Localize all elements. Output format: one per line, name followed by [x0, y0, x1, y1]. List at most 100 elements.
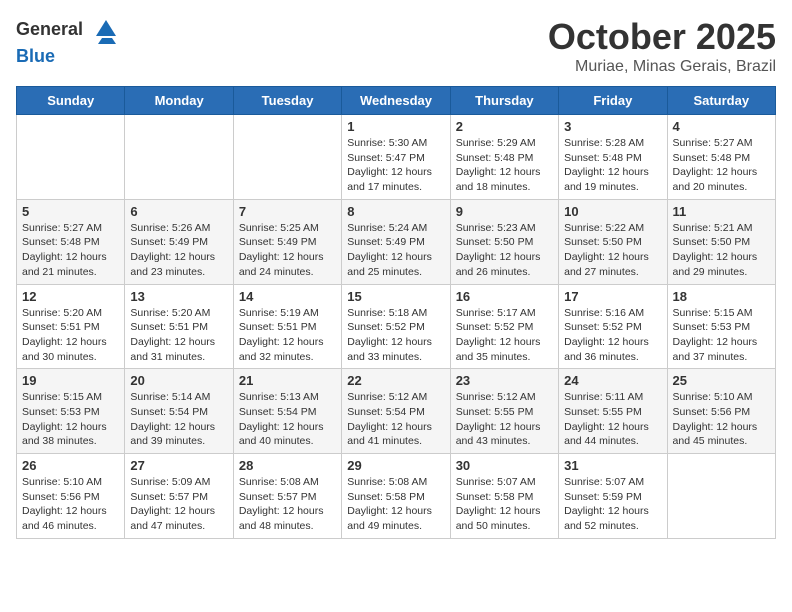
day-number: 3 — [564, 119, 661, 134]
day-info: Sunrise: 5:08 AM Sunset: 5:58 PM Dayligh… — [347, 475, 444, 534]
day-number: 20 — [130, 373, 227, 388]
calendar-cell: 3 Sunrise: 5:28 AM Sunset: 5:48 PM Daylig… — [559, 115, 667, 200]
day-number: 9 — [456, 204, 553, 219]
day-header-wednesday: Wednesday — [342, 87, 450, 115]
day-info: Sunrise: 5:20 AM Sunset: 5:51 PM Dayligh… — [130, 306, 227, 365]
calendar-cell: 16 Sunrise: 5:17 AM Sunset: 5:52 PM Dayli… — [450, 284, 558, 369]
day-number: 16 — [456, 289, 553, 304]
calendar-cell: 15Sunrise: 5:18 AM Sunset: 5:52 PM Dayli… — [342, 284, 450, 369]
day-info: Sunrise: 5:27 AM Sunset: 5:48 PM Dayligh… — [22, 221, 119, 280]
day-number: 28 — [239, 458, 336, 473]
calendar-cell: 29 Sunrise: 5:08 AM Sunset: 5:58 PM Dayli… — [342, 454, 450, 539]
day-number: 17 — [564, 289, 661, 304]
day-info: Sunrise: 5:10 AM Sunset: 5:56 PM Dayligh… — [673, 390, 770, 449]
calendar-cell: 23 Sunrise: 5:12 AM Sunset: 5:55 PM Dayli… — [450, 369, 558, 454]
day-number: 11 — [673, 204, 770, 219]
calendar-cell: 20 Sunrise: 5:14 AM Sunset: 5:54 PM Dayli… — [125, 369, 233, 454]
calendar-week-row: 1 Sunrise: 5:30 AM Sunset: 5:47 PM Daylig… — [17, 115, 776, 200]
day-header-monday: Monday — [125, 87, 233, 115]
day-number: 18 — [673, 289, 770, 304]
day-header-tuesday: Tuesday — [233, 87, 341, 115]
calendar-cell: 27 Sunrise: 5:09 AM Sunset: 5:57 PM Dayli… — [125, 454, 233, 539]
day-info: Sunrise: 5:12 AM Sunset: 5:54 PM Dayligh… — [347, 390, 444, 449]
day-info: Sunrise: 5:24 AM Sunset: 5:49 PM Dayligh… — [347, 221, 444, 280]
calendar-week-row: 19Sunrise: 5:15 AM Sunset: 5:53 PM Dayli… — [17, 369, 776, 454]
day-info: Sunrise: 5:11 AM Sunset: 5:55 PM Dayligh… — [564, 390, 661, 449]
logo: General Blue — [16, 16, 120, 67]
logo-blue: Blue — [16, 46, 55, 66]
calendar-cell: 5Sunrise: 5:27 AM Sunset: 5:48 PM Daylig… — [17, 199, 125, 284]
day-number: 4 — [673, 119, 770, 134]
calendar-cell: 25 Sunrise: 5:10 AM Sunset: 5:56 PM Dayli… — [667, 369, 775, 454]
day-header-saturday: Saturday — [667, 87, 775, 115]
calendar-cell: 4 Sunrise: 5:27 AM Sunset: 5:48 PM Daylig… — [667, 115, 775, 200]
day-info: Sunrise: 5:26 AM Sunset: 5:49 PM Dayligh… — [130, 221, 227, 280]
day-number: 6 — [130, 204, 227, 219]
calendar-cell: 26 Sunrise: 5:10 AM Sunset: 5:56 PM Dayli… — [17, 454, 125, 539]
day-info: Sunrise: 5:27 AM Sunset: 5:48 PM Dayligh… — [673, 136, 770, 195]
day-number: 22 — [347, 373, 444, 388]
day-number: 25 — [673, 373, 770, 388]
calendar-week-row: 26 Sunrise: 5:10 AM Sunset: 5:56 PM Dayli… — [17, 454, 776, 539]
day-number: 21 — [239, 373, 336, 388]
calendar-cell: 19Sunrise: 5:15 AM Sunset: 5:53 PM Dayli… — [17, 369, 125, 454]
calendar-cell — [17, 115, 125, 200]
calendar-cell: 1 Sunrise: 5:30 AM Sunset: 5:47 PM Daylig… — [342, 115, 450, 200]
day-info: Sunrise: 5:20 AM Sunset: 5:51 PM Dayligh… — [22, 306, 119, 365]
day-info: Sunrise: 5:09 AM Sunset: 5:57 PM Dayligh… — [130, 475, 227, 534]
calendar-cell: 8Sunrise: 5:24 AM Sunset: 5:49 PM Daylig… — [342, 199, 450, 284]
day-number: 24 — [564, 373, 661, 388]
calendar-cell: 30Sunrise: 5:07 AM Sunset: 5:58 PM Dayli… — [450, 454, 558, 539]
calendar-cell: 21 Sunrise: 5:13 AM Sunset: 5:54 PM Dayli… — [233, 369, 341, 454]
day-number: 29 — [347, 458, 444, 473]
day-number: 31 — [564, 458, 661, 473]
calendar-cell: 28 Sunrise: 5:08 AM Sunset: 5:57 PM Dayli… — [233, 454, 341, 539]
calendar-cell — [233, 115, 341, 200]
header: General Blue October 2025 Muriae, Minas … — [16, 16, 776, 76]
day-info: Sunrise: 5:22 AM Sunset: 5:50 PM Dayligh… — [564, 221, 661, 280]
calendar-cell: 18Sunrise: 5:15 AM Sunset: 5:53 PM Dayli… — [667, 284, 775, 369]
day-info: Sunrise: 5:07 AM Sunset: 5:59 PM Dayligh… — [564, 475, 661, 534]
day-info: Sunrise: 5:21 AM Sunset: 5:50 PM Dayligh… — [673, 221, 770, 280]
day-number: 7 — [239, 204, 336, 219]
day-number: 1 — [347, 119, 444, 134]
calendar-cell: 2 Sunrise: 5:29 AM Sunset: 5:48 PM Daylig… — [450, 115, 558, 200]
calendar-cell — [667, 454, 775, 539]
day-info: Sunrise: 5:19 AM Sunset: 5:51 PM Dayligh… — [239, 306, 336, 365]
calendar-cell: 10 Sunrise: 5:22 AM Sunset: 5:50 PM Dayli… — [559, 199, 667, 284]
calendar-cell: 31 Sunrise: 5:07 AM Sunset: 5:59 PM Dayli… — [559, 454, 667, 539]
day-header-thursday: Thursday — [450, 87, 558, 115]
day-info: Sunrise: 5:08 AM Sunset: 5:57 PM Dayligh… — [239, 475, 336, 534]
day-number: 2 — [456, 119, 553, 134]
day-info: Sunrise: 5:13 AM Sunset: 5:54 PM Dayligh… — [239, 390, 336, 449]
day-number: 14 — [239, 289, 336, 304]
day-header-friday: Friday — [559, 87, 667, 115]
day-header-sunday: Sunday — [17, 87, 125, 115]
month-title: October 2025 — [548, 16, 776, 58]
calendar-cell: 22 Sunrise: 5:12 AM Sunset: 5:54 PM Dayli… — [342, 369, 450, 454]
logo-text: General Blue — [16, 16, 120, 67]
calendar-cell: 14 Sunrise: 5:19 AM Sunset: 5:51 PM Dayli… — [233, 284, 341, 369]
location-title: Muriae, Minas Gerais, Brazil — [548, 58, 776, 76]
calendar-cell — [125, 115, 233, 200]
day-info: Sunrise: 5:29 AM Sunset: 5:48 PM Dayligh… — [456, 136, 553, 195]
logo-general: General — [16, 19, 83, 39]
day-info: Sunrise: 5:10 AM Sunset: 5:56 PM Dayligh… — [22, 475, 119, 534]
day-info: Sunrise: 5:28 AM Sunset: 5:48 PM Dayligh… — [564, 136, 661, 195]
day-number: 10 — [564, 204, 661, 219]
calendar-cell: 6 Sunrise: 5:26 AM Sunset: 5:49 PM Daylig… — [125, 199, 233, 284]
day-number: 26 — [22, 458, 119, 473]
day-number: 27 — [130, 458, 227, 473]
calendar-cell: 24 Sunrise: 5:11 AM Sunset: 5:55 PM Dayli… — [559, 369, 667, 454]
day-info: Sunrise: 5:23 AM Sunset: 5:50 PM Dayligh… — [456, 221, 553, 280]
day-info: Sunrise: 5:12 AM Sunset: 5:55 PM Dayligh… — [456, 390, 553, 449]
day-info: Sunrise: 5:25 AM Sunset: 5:49 PM Dayligh… — [239, 221, 336, 280]
calendar-week-row: 12Sunrise: 5:20 AM Sunset: 5:51 PM Dayli… — [17, 284, 776, 369]
day-number: 19 — [22, 373, 119, 388]
day-number: 30 — [456, 458, 553, 473]
day-info: Sunrise: 5:17 AM Sunset: 5:52 PM Dayligh… — [456, 306, 553, 365]
title-area: October 2025 Muriae, Minas Gerais, Brazi… — [548, 16, 776, 76]
day-info: Sunrise: 5:30 AM Sunset: 5:47 PM Dayligh… — [347, 136, 444, 195]
day-number: 23 — [456, 373, 553, 388]
day-info: Sunrise: 5:14 AM Sunset: 5:54 PM Dayligh… — [130, 390, 227, 449]
